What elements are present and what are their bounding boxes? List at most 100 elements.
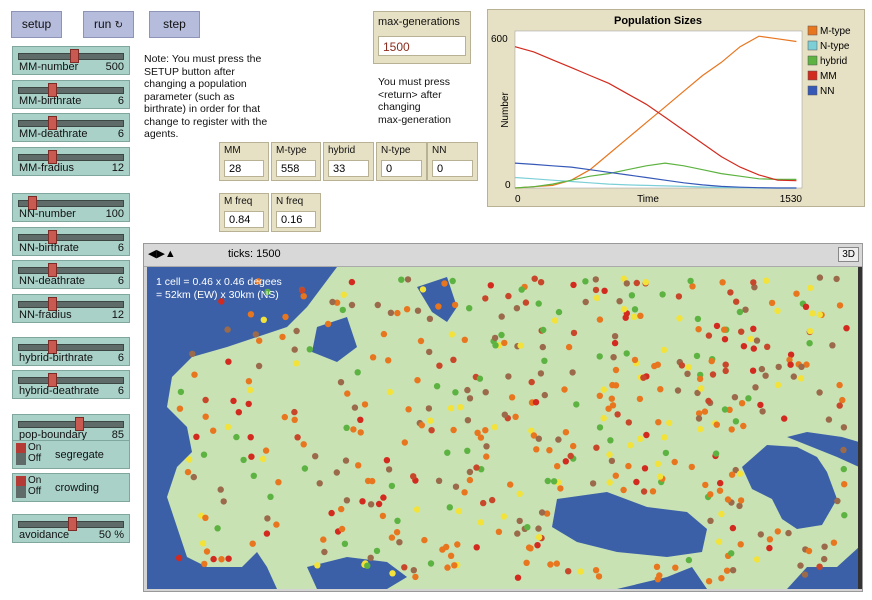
agent-dot — [802, 303, 810, 310]
slider-track[interactable] — [18, 87, 124, 94]
agent-dot — [343, 424, 350, 431]
slider-track[interactable] — [18, 301, 124, 308]
agent-dot — [595, 573, 603, 580]
agent-dot — [620, 486, 627, 494]
legend-swatch-MM — [807, 70, 818, 81]
agent-dot — [762, 372, 769, 379]
slider-track[interactable] — [18, 267, 124, 274]
agent-dot — [697, 425, 704, 433]
agent-dot — [452, 389, 459, 396]
slider-avoidance[interactable]: avoidance 50 % — [12, 514, 130, 543]
slider-NN-fradius[interactable]: NN-fradius 12 — [12, 294, 130, 323]
agent-dot — [339, 306, 346, 314]
slider-value: 6 — [117, 352, 124, 364]
slider-MM-fradius[interactable]: MM-fradius 12 — [12, 147, 130, 176]
agent-dot — [256, 337, 263, 344]
agent-dot — [843, 325, 850, 332]
view-nav-arrows-icon[interactable]: ◀▶▲ — [148, 247, 176, 260]
slider-MM-deathrate[interactable]: MM-deathrate 6 — [12, 113, 130, 142]
max-generations-input[interactable]: max-generations 1500 — [373, 11, 471, 64]
agent-dot — [533, 446, 540, 453]
slider-track[interactable] — [18, 120, 124, 127]
view-scrollbar[interactable] — [858, 267, 862, 589]
step-button[interactable]: step — [149, 11, 200, 38]
agent-dot — [589, 480, 597, 487]
note-line: <return> after — [378, 88, 442, 101]
agent-dot — [210, 427, 217, 434]
setup-button[interactable]: setup — [11, 11, 62, 38]
agent-dot — [608, 457, 616, 465]
slider-hybrid-deathrate[interactable]: hybrid-deathrate 6 — [12, 370, 130, 399]
switch-crowding[interactable]: On Off crowding — [12, 473, 130, 502]
agent-dot — [220, 498, 227, 505]
max-generations-field[interactable]: 1500 — [378, 36, 466, 56]
agent-dot — [655, 419, 662, 426]
agent-dot — [625, 419, 632, 426]
agent-dot — [464, 386, 471, 394]
agent-dot — [535, 300, 542, 307]
legend-swatch-M-type — [807, 25, 818, 36]
agent-dot — [640, 374, 647, 381]
agent-dot — [433, 383, 441, 390]
switch-toggle[interactable] — [16, 443, 26, 465]
forever-icon: ↻ — [114, 20, 124, 31]
slider-hybrid-birthrate[interactable]: hybrid-birthrate 6 — [12, 337, 130, 366]
slider-track[interactable] — [18, 234, 124, 241]
slider-MM-number[interactable]: MM-number 500 — [12, 46, 130, 75]
agent-dot — [355, 462, 362, 469]
slider-thumb[interactable] — [68, 517, 77, 531]
agent-dot — [380, 330, 388, 338]
slider-value: 6 — [117, 242, 124, 254]
3d-button[interactable]: 3D — [838, 247, 859, 262]
slider-NN-deathrate[interactable]: NN-deathrate 6 — [12, 260, 130, 289]
agent-dot — [516, 490, 523, 497]
agent-dot — [275, 479, 282, 486]
monitor-label: MM — [224, 145, 241, 156]
agent-dot — [245, 378, 253, 385]
agent-dot — [766, 544, 773, 552]
run-button[interactable]: run ↻ — [83, 11, 134, 38]
agent-dot — [753, 337, 761, 344]
world-map[interactable] — [147, 267, 859, 589]
switch-segregate[interactable]: On Off segregate — [12, 440, 130, 469]
agent-dot — [338, 505, 345, 513]
agent-dot — [641, 465, 649, 472]
agent-dot — [450, 356, 457, 363]
agent-dot — [716, 487, 724, 494]
agent-dot — [605, 405, 612, 412]
slider-NN-number[interactable]: NN-number 100 — [12, 193, 130, 222]
agent-dot — [466, 395, 474, 402]
agent-dot — [781, 415, 788, 422]
agent-dot — [505, 292, 512, 300]
agent-dot — [329, 298, 336, 306]
agent-dot — [225, 555, 232, 562]
agent-dot — [267, 493, 274, 500]
slider-track[interactable] — [18, 421, 124, 428]
agent-dot — [263, 530, 271, 537]
agent-dot — [633, 478, 640, 486]
switch-toggle[interactable] — [16, 476, 26, 498]
agent-dot — [454, 541, 461, 548]
agent-dot — [328, 509, 335, 517]
agent-dot — [380, 494, 387, 501]
agent-dot — [722, 367, 729, 375]
agent-dot — [570, 442, 577, 450]
agent-dot — [282, 313, 289, 321]
agent-dot — [324, 320, 332, 328]
slider-NN-birthrate[interactable]: NN-birthrate 6 — [12, 227, 130, 256]
agent-dot — [816, 311, 823, 318]
slider-pop-boundary[interactable]: pop-boundary 85 — [12, 414, 130, 443]
agent-dot — [718, 575, 725, 582]
slider-track[interactable] — [18, 377, 124, 384]
agent-dot — [451, 562, 458, 569]
agent-dot — [661, 434, 668, 441]
slider-track[interactable] — [18, 154, 124, 161]
slider-value: 6 — [117, 128, 124, 140]
agent-dot — [379, 512, 387, 520]
agent-dot — [723, 567, 731, 574]
return-note: You must press <return> after changing max-… — [378, 76, 478, 126]
agent-dot — [480, 499, 487, 507]
agent-dot — [592, 567, 600, 574]
slider-MM-birthrate[interactable]: MM-birthrate 6 — [12, 80, 130, 109]
slider-track[interactable] — [18, 344, 124, 351]
